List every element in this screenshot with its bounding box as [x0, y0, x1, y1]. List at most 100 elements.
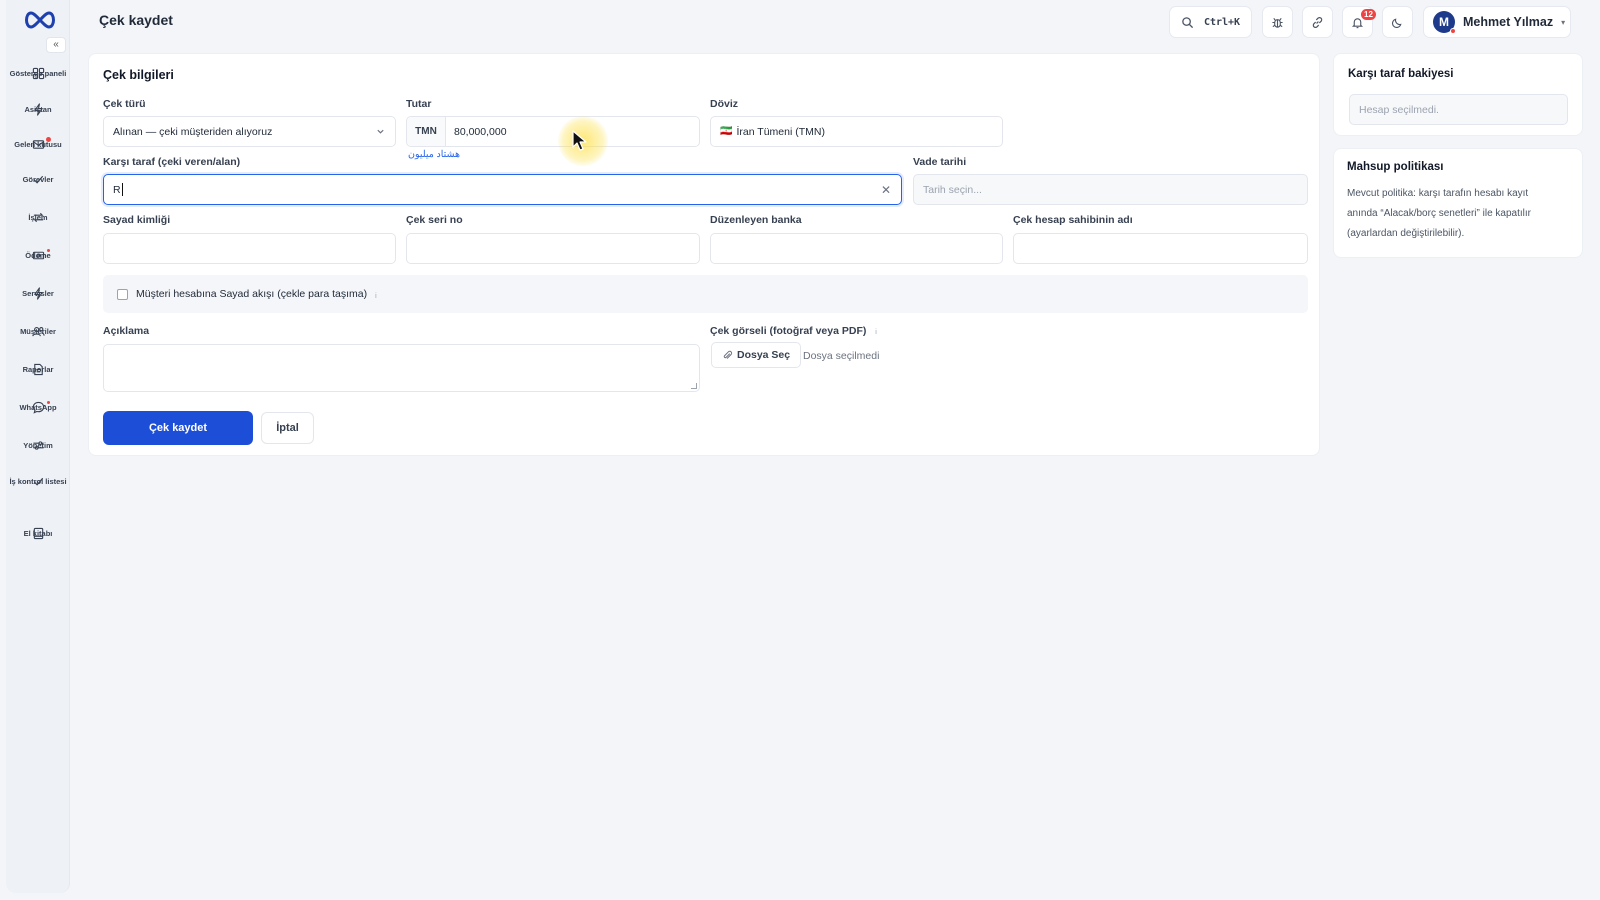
sidebar-item-label: İş kontrol listesi — [9, 477, 67, 486]
save-check-button[interactable]: Çek kaydet — [103, 411, 253, 445]
sidebar-item-handbook[interactable]: El kitabı — [6, 527, 70, 540]
sidebar-item-label: WhatsApp — [19, 403, 57, 412]
sayad-flow-row: Müşteri hesabına Sayad akışı (çekle para… — [103, 275, 1308, 313]
policy-text: Mevcut politika: karşı tarafın hesabı ka… — [1347, 184, 1531, 244]
presence-dot — [1450, 28, 1456, 34]
info-icon[interactable]: i — [875, 329, 877, 336]
link-icon — [1312, 16, 1323, 28]
notification-count-badge: 12 — [1361, 9, 1376, 20]
due-date-label: Vade tarihi — [913, 156, 967, 168]
check-type-select[interactable]: Alınan — çeki müşteriden alıyoruz — [103, 116, 396, 147]
mouse-pointer-icon — [572, 130, 587, 151]
sidebar-item-transactions[interactable]: İşlem — [6, 211, 70, 224]
sidebar-item-label: Ödeme — [25, 251, 51, 260]
collapse-sidebar-button[interactable]: « — [46, 37, 66, 53]
user-menu[interactable]: M Mehmet Yılmaz ▾ — [1423, 6, 1571, 38]
sidebar-item-dashboard[interactable]: Gösterge paneli — [6, 67, 70, 80]
avatar: M — [1433, 11, 1456, 34]
search-shortcut: Ctrl+K — [1203, 16, 1241, 28]
resize-handle-icon[interactable] — [691, 383, 697, 389]
avatar-initial: M — [1439, 15, 1449, 29]
sidebar-item-inbox[interactable]: Gelen kutusu — [6, 137, 70, 151]
amount-input[interactable]: TMN 80,000,000 — [406, 116, 700, 147]
description-label: Açıklama — [103, 325, 150, 337]
sidebar-item-label: Gösterge paneli — [9, 69, 67, 78]
notifications-button[interactable]: 12 — [1342, 6, 1376, 38]
clear-icon[interactable]: ✕ — [881, 184, 891, 196]
sidebar-item-reports[interactable]: Raporlar — [6, 363, 70, 376]
page-title: Çek kaydet — [99, 12, 173, 28]
sidebar-item-label: El kitabı — [23, 529, 53, 538]
sayad-flow-checkbox[interactable] — [117, 288, 128, 300]
amount-value: 80,000,000 — [454, 125, 507, 138]
sayad-id-label: Sayad kimliği — [103, 214, 171, 226]
serial-no-input[interactable] — [406, 233, 700, 264]
amount-label: Tutar — [406, 98, 432, 110]
chevron-down-icon — [377, 129, 384, 134]
sidebar-item-label: Görevler — [22, 175, 54, 184]
sidebar-item-label: Gelen kutusu — [14, 140, 62, 149]
choose-file-button[interactable]: Dosya Seç — [711, 342, 802, 368]
sidebar-item-assistant[interactable]: Asistan — [6, 103, 70, 116]
currency-select[interactable]: 🇮🇷 İran Tümeni (TMN) — [710, 116, 1003, 147]
sidebar-item-label: Yönetim — [23, 441, 53, 450]
sayad-id-input[interactable] — [103, 233, 396, 264]
policy-line: Mevcut politika: karşı tarafın hesabı ka… — [1347, 188, 1529, 199]
user-name: Mehmet Yılmaz — [1463, 15, 1554, 29]
double-chevron-left-icon: « — [53, 39, 59, 50]
description-textarea[interactable] — [103, 344, 700, 392]
sidebar-item-label: İşlem — [28, 213, 48, 222]
link-button[interactable] — [1302, 6, 1333, 38]
counterparty-value: R — [113, 183, 121, 196]
currency-label: Döviz — [710, 98, 739, 110]
paperclip-icon — [723, 350, 733, 359]
check-type-value: Alınan — çeki müşteriden alıyoruz — [113, 125, 273, 138]
account-holder-input[interactable] — [1013, 233, 1308, 264]
sidebar: « Gösterge paneli Asistan Gelen kutusu G… — [6, 0, 70, 893]
sidebar-item-checklist[interactable]: İş kontrol listesi — [6, 475, 70, 488]
moon-icon — [1392, 17, 1402, 28]
amount-currency-prefix: TMN — [407, 117, 446, 146]
sidebar-item-whatsapp[interactable]: WhatsApp — [6, 401, 70, 414]
section-title: Çek bilgileri — [103, 68, 174, 82]
sayad-flow-label[interactable]: Müşteri hesabına Sayad akışı (çekle para… — [136, 288, 367, 300]
policy-line: (ayarlardan değiştirilebilir). — [1347, 228, 1465, 239]
theme-toggle-button[interactable] — [1382, 6, 1413, 38]
due-date-placeholder: Tarih seçin... — [923, 183, 982, 196]
policy-title: Mahsup politikası — [1347, 161, 1444, 173]
issuing-bank-label: Düzenleyen banka — [710, 214, 802, 226]
infinity-logo-icon[interactable] — [22, 8, 58, 32]
balance-title: Karşı taraf bakiyesi — [1348, 68, 1454, 80]
amount-in-words-hint: هشتاد میلیون — [408, 149, 460, 160]
currency-value: İran Tümeni (TMN) — [736, 125, 825, 138]
sidebar-item-payment[interactable]: Ödeme — [6, 249, 70, 262]
balance-placeholder-box: Hesap seçilmedi. — [1349, 94, 1568, 125]
iran-flag-icon: 🇮🇷 — [720, 126, 733, 137]
sidebar-item-label: Asistan — [24, 105, 52, 114]
bug-report-button[interactable] — [1262, 6, 1293, 38]
policy-line: anında “Alacak/borç senetleri” ile kapat… — [1347, 208, 1531, 219]
counterparty-label: Karşı taraf (çeki veren/alan) — [103, 156, 241, 168]
serial-no-label: Çek seri no — [406, 214, 463, 226]
check-image-label: Çek görseli (fotoğraf veya PDF) i — [710, 325, 877, 337]
counterparty-input[interactable]: R ✕ — [103, 174, 902, 205]
cancel-button[interactable]: İptal — [261, 412, 314, 444]
sidebar-item-customers[interactable]: Müşteriler — [6, 325, 70, 338]
search-button[interactable]: Ctrl+K — [1169, 6, 1252, 38]
choose-file-label: Dosya Seç — [737, 349, 791, 361]
caret-down-icon: ▾ — [1561, 17, 1566, 27]
sidebar-item-tasks[interactable]: Görevler — [6, 173, 70, 186]
sidebar-item-management[interactable]: Yönetim — [6, 439, 70, 452]
due-date-input[interactable]: Tarih seçin... — [913, 174, 1308, 205]
sidebar-item-label: Raporlar — [22, 365, 54, 374]
sidebar-item-services[interactable]: Servisler — [6, 287, 70, 300]
check-type-label: Çek türü — [103, 98, 146, 110]
bug-icon — [1272, 17, 1283, 28]
info-icon[interactable]: i — [375, 293, 377, 300]
check-image-label-text: Çek görseli (fotoğraf veya PDF) — [710, 325, 867, 337]
sidebar-item-label: Servisler — [22, 289, 54, 298]
balance-placeholder: Hesap seçilmedi. — [1359, 103, 1439, 116]
file-status: Dosya seçilmedi — [803, 350, 880, 362]
issuing-bank-input[interactable] — [710, 233, 1003, 264]
text-cursor — [121, 183, 123, 196]
